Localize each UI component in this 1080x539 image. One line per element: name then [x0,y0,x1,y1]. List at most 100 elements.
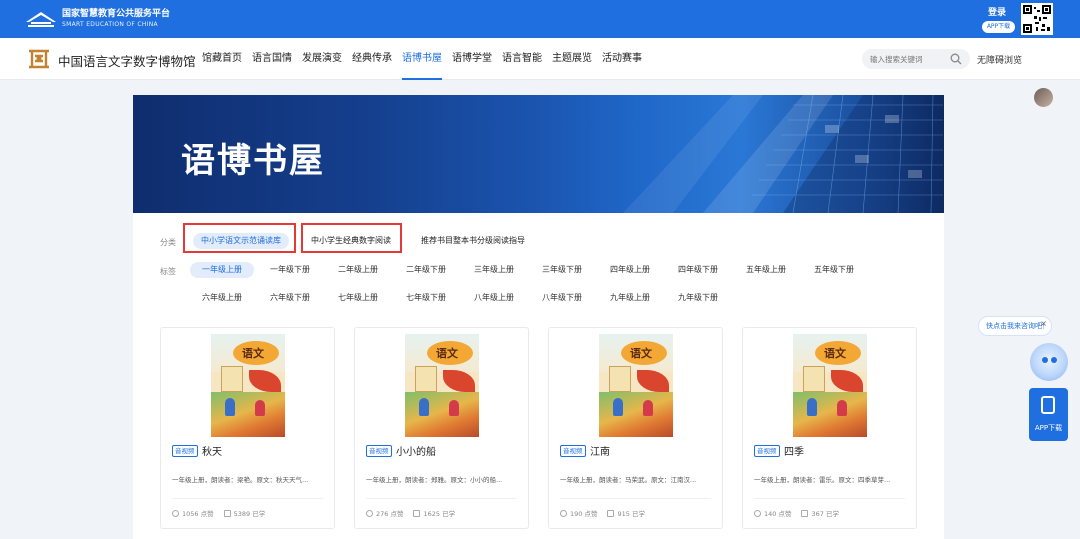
menu-item-language-ai[interactable]: 语言智能 [502,38,542,80]
tag-grade8-vol1[interactable]: 八年级上册 [462,290,526,306]
app-download-label: APP下载 [1034,424,1063,432]
book-cover-image[interactable]: 语文 [211,334,285,437]
book-cover-image[interactable]: 语文 [793,334,867,437]
platform-name-en: SMART EDUCATION OF CHINA [62,21,158,28]
media-type-badge: 音视频 [754,445,780,457]
learned-count: 367 已学 [811,510,839,518]
menu-item-events[interactable]: 活动赛事 [602,38,642,80]
card-stats: 1056 点赞 5389 已学 [172,508,265,518]
resource-card[interactable]: 语文 音视频 四季 一年级上册，朗读者：雷乐。原文：四季草芽... 140 点赞… [742,327,917,529]
cover-title: 语文 [436,347,458,360]
cover-title: 语文 [824,347,846,360]
like-count: 276 点赞 [376,510,404,518]
main-content: 语博书屋 分类 中小学语文示范诵读库 中小学生经典数字阅读 推荐书目整本书分级阅… [133,95,944,539]
card-title[interactable]: 秋天 [202,443,222,458]
card-description: 一年级上册，朗读者：马荣武。原文：江南汉... [560,476,697,484]
tag-grade9-vol2[interactable]: 九年级下册 [666,290,730,306]
tag-grade9-vol1[interactable]: 九年级上册 [598,290,662,306]
tag-grade6-vol2[interactable]: 六年级下册 [258,290,322,306]
learned-count: 915 已学 [617,510,645,518]
phone-icon [1041,396,1055,414]
cover-title: 语文 [630,347,652,360]
card-stats: 276 点赞 1625 已学 [366,508,455,518]
banner: 语博书屋 [133,95,944,213]
resource-card[interactable]: 语文 音视频 秋天 一年级上册，朗读者：梁艳。原文：秋天天气... 1056 点… [160,327,335,529]
media-type-badge: 音视频 [366,445,392,457]
tag-grade1-vol2[interactable]: 一年级下册 [258,262,322,278]
menu-item-home[interactable]: 馆藏首页 [202,38,242,80]
tag-grade4-vol1[interactable]: 四年级上册 [598,262,662,278]
learned-icon [413,509,421,517]
resource-card[interactable]: 语文 音视频 小小的船 一年级上册，朗读者：郑雅。原文：小小的船... 276 … [354,327,529,529]
tag-grade4-vol2[interactable]: 四年级下册 [666,262,730,278]
platform-name[interactable]: 国家智慧教育公共服务平台 [62,9,170,20]
like-icon [754,509,761,517]
like-count: 190 点赞 [570,510,598,518]
main-menu: 馆藏首页 语言国情 发展演变 经典传承 语博书屋 语博学堂 语言智能 主题展览 … [202,38,652,80]
tag-grade5-vol1[interactable]: 五年级上册 [734,262,798,278]
tag-grade5-vol2[interactable]: 五年级下册 [802,262,866,278]
menu-item-academy[interactable]: 语博学堂 [452,38,492,80]
menu-item-language-conditions[interactable]: 语言国情 [252,38,292,80]
accessibility-link[interactable]: 无障碍浏览 [977,53,1022,66]
card-title[interactable]: 江南 [590,443,610,458]
tag-grade8-vol2[interactable]: 八年级下册 [530,290,594,306]
like-count: 1056 点赞 [182,510,214,518]
like-icon [560,509,567,517]
category-graded-reading[interactable]: 推荐书目整本书分级阅读指导 [413,233,533,249]
robot-assistant-icon[interactable] [1030,343,1068,381]
resource-card[interactable]: 语文 音视频 江南 一年级上册，朗读者：马荣武。原文：江南汉... 190 点赞… [548,327,723,529]
like-icon [366,509,373,517]
card-description: 一年级上册，朗读者：梁艳。原文：秋天天气... [172,476,309,484]
help-bubble[interactable]: 快点击我来咨询吧！ × [978,316,1052,336]
tag-grade2-vol2[interactable]: 二年级下册 [394,262,458,278]
museum-logo-icon[interactable] [26,47,52,71]
search-icon[interactable] [950,53,962,65]
tag-grade2-vol1[interactable]: 二年级上册 [326,262,390,278]
robot-eye [1042,357,1048,363]
card-title[interactable]: 四季 [784,443,804,458]
app-download-float-button[interactable]: APP下载 [1029,388,1068,441]
like-icon [172,509,179,517]
like-count: 140 点赞 [764,510,792,518]
tag-grade1-vol1[interactable]: 一年级上册 [190,262,254,278]
platform-logo-icon[interactable] [24,8,58,30]
banner-building-image [623,95,944,213]
card-title[interactable]: 小小的船 [396,443,436,458]
book-cover-image[interactable]: 语文 [599,334,673,437]
qr-code-icon [1021,3,1053,35]
app-download-button[interactable]: APP下载 [982,21,1015,33]
media-type-badge: 音视频 [560,445,586,457]
learned-count: 5389 已学 [233,510,266,518]
highlight-box [183,223,296,253]
card-stats: 190 点赞 915 已学 [560,508,645,518]
avatar[interactable] [1034,88,1053,107]
tag-grade7-vol2[interactable]: 七年级下册 [394,290,458,306]
card-stats: 140 点赞 367 已学 [754,508,839,518]
menu-item-exhibitions[interactable]: 主题展览 [552,38,592,80]
learned-count: 1625 已学 [423,510,456,518]
menu-item-evolution[interactable]: 发展演变 [302,38,342,80]
museum-nav: 中国语言文字数字博物馆 馆藏首页 语言国情 发展演变 经典传承 语博书屋 语博学… [0,38,1080,107]
cover-title: 语文 [242,347,264,360]
tag-grade6-vol1[interactable]: 六年级上册 [190,290,254,306]
menu-item-classics[interactable]: 经典传承 [352,38,392,80]
card-description: 一年级上册，朗读者：郑雅。原文：小小的船... [366,476,503,484]
category-label: 分类 [160,238,176,247]
book-cover-image[interactable]: 语文 [405,334,479,437]
tag-label: 标签 [160,267,176,276]
banner-title: 语博书屋 [181,141,325,181]
tag-grade3-vol2[interactable]: 三年级下册 [530,262,594,278]
museum-title[interactable]: 中国语言文字数字博物馆 [58,51,196,70]
media-type-badge: 音视频 [172,445,198,457]
learned-icon [223,509,231,517]
tag-grade3-vol1[interactable]: 三年级上册 [462,262,526,278]
menu-item-bookhouse[interactable]: 语博书屋 [402,38,442,80]
highlight-box [301,223,402,253]
close-icon[interactable]: × [1040,315,1047,333]
card-description: 一年级上册，朗读者：雷乐。原文：四季草芽... [754,476,891,484]
login-link[interactable]: 登录 [988,5,1006,18]
learned-icon [607,509,615,517]
learned-icon [801,509,809,517]
tag-grade7-vol1[interactable]: 七年级上册 [326,290,390,306]
